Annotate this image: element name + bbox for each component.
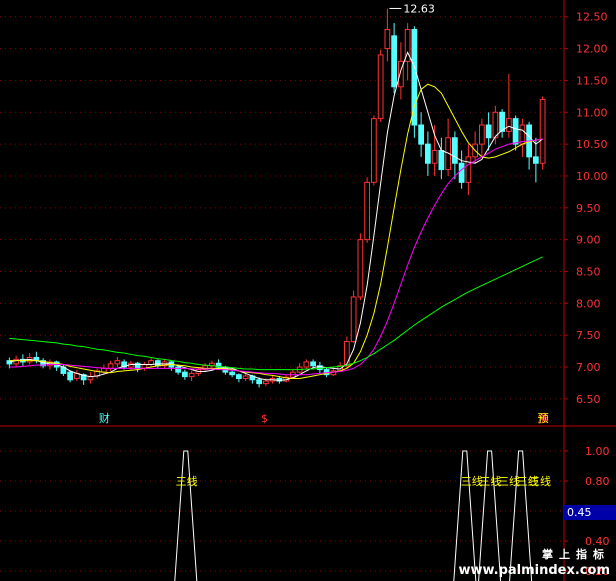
candle-up: [242, 375, 249, 380]
candle-up: [506, 118, 512, 132]
y-tick-label: 12.50: [576, 11, 608, 24]
candle-up: [371, 118, 377, 183]
candle-down: [182, 371, 188, 378]
indicator-pulse: [174, 450, 198, 581]
y-tick-label: 1.00: [585, 445, 610, 458]
indicator-annotation: 三线: [176, 474, 198, 488]
candle-down: [175, 366, 181, 373]
candle-up: [114, 360, 121, 365]
candle-down: [134, 362, 141, 369]
y-tick-label: 8.50: [576, 266, 601, 279]
main-panel-grid: [0, 16, 564, 400]
moving-average-lines: 12.63: [9, 2, 543, 381]
candle-up: [377, 54, 384, 120]
candle-up: [479, 124, 485, 145]
event-marker: $: [261, 412, 268, 425]
y-tick-label: 9.00: [576, 234, 601, 247]
candle-up: [263, 380, 269, 385]
indicator-annotation: 三线: [529, 474, 551, 488]
candlestick-series: [6, 8, 546, 388]
candle-up: [303, 361, 310, 368]
y-tick-label: 11.50: [576, 74, 608, 87]
candle-down: [438, 149, 445, 171]
candle-up: [350, 296, 357, 343]
indicator-current-value: 0.45: [564, 505, 616, 520]
y-tick-label: 11.00: [576, 106, 608, 119]
high-marker-label: 12.63: [403, 2, 435, 15]
event-markers: 财 $ 涨预: [99, 411, 549, 425]
candle-down: [67, 371, 73, 381]
candle-up: [431, 149, 438, 164]
watermark: 掌上指标 www.palmindex.com: [458, 547, 610, 579]
candle-up: [384, 28, 391, 50]
y-tick-label: 6.50: [576, 393, 601, 406]
candle-down: [155, 360, 161, 367]
ma5-line: [9, 51, 543, 381]
event-marker: 财: [99, 411, 110, 425]
y-tick-label: 8.00: [576, 297, 601, 310]
y-tick-label: 0.80: [585, 475, 610, 488]
y-tick-label: 7.00: [576, 361, 601, 374]
candle-down: [485, 124, 492, 139]
stock-chart: 6.50 7.00 7.50 8.00 8.50 9.00 9.50 10.00 10.50 11…: [0, 0, 616, 581]
candle-down: [425, 143, 431, 164]
candle-up: [188, 372, 195, 378]
candle-down: [512, 118, 519, 145]
candle-down: [418, 124, 424, 145]
candle-up: [107, 363, 114, 369]
candle-down: [499, 111, 505, 132]
watermark-title: 掌上指标: [542, 548, 610, 561]
y-tick-label: 9.50: [576, 202, 601, 215]
candle-down: [310, 361, 316, 367]
candle-down: [458, 162, 465, 183]
candle-up: [364, 181, 370, 241]
y-tick-label: 7.50: [576, 329, 601, 342]
ma10-line: [9, 83, 543, 380]
candle-up: [492, 111, 499, 139]
chart-frame: [0, 0, 616, 581]
candle-down: [391, 35, 397, 88]
candle-up: [465, 156, 472, 183]
y-tick-label: 12.00: [576, 43, 608, 56]
candle-up: [344, 341, 350, 367]
event-marker: 预: [538, 412, 549, 425]
y-tick-label: 10.50: [576, 138, 608, 151]
candle-up: [357, 239, 364, 298]
candle-down: [236, 374, 242, 380]
candle-down: [256, 379, 262, 385]
ma60-line: [9, 256, 543, 371]
candle-down: [533, 156, 539, 164]
candle-down: [452, 137, 458, 164]
y-tick-label: 10.00: [576, 170, 608, 183]
candle-down: [229, 371, 235, 376]
main-panel-y-axis: 6.50 7.00 7.50 8.00 8.50 9.00 9.50 10.00 10.50 11…: [564, 11, 608, 406]
candle-up: [539, 99, 546, 164]
watermark-url: www.palmindex.com: [458, 563, 610, 578]
